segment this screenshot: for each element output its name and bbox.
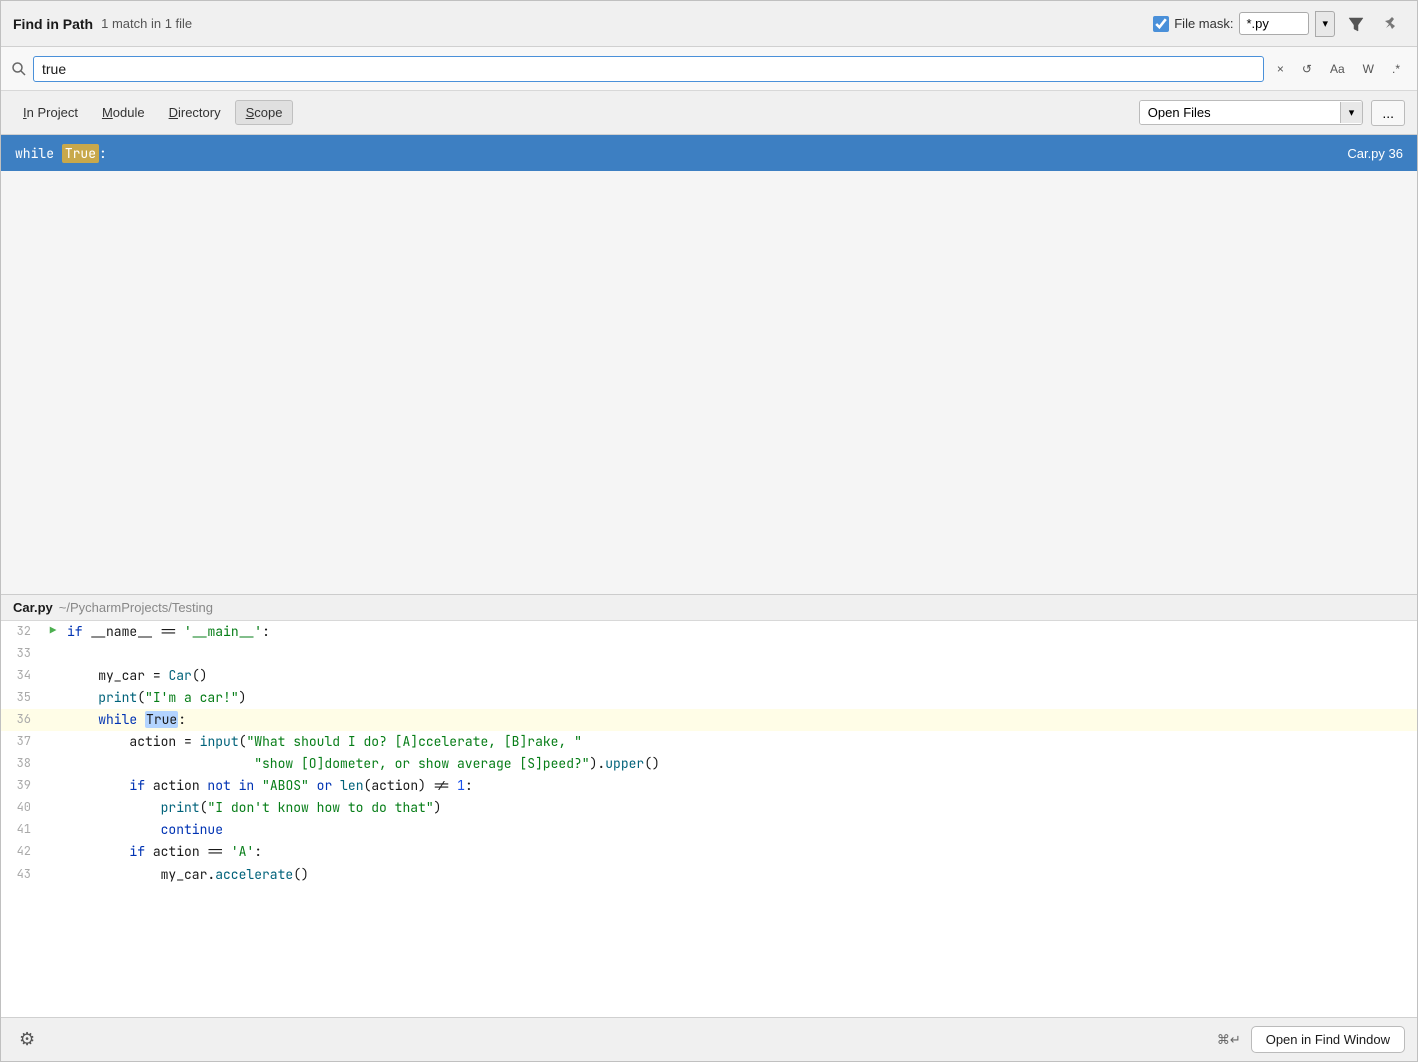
gear-settings-btn[interactable]: ⚙: [13, 1025, 41, 1054]
open-in-find-window-btn[interactable]: Open in Find Window: [1251, 1026, 1405, 1053]
line-gutter: [43, 864, 63, 886]
file-mask-input[interactable]: [1239, 12, 1309, 35]
table-row: 42 if action == 'A':: [1, 841, 1417, 863]
line-content: while True:: [63, 709, 186, 731]
result-code-snippet: while True:: [15, 145, 107, 162]
line-number: 38: [1, 753, 43, 775]
scope-bar: In Project Module Directory Scope Open F…: [1, 91, 1417, 135]
header-bar: Find in Path 1 match in 1 file File mask…: [1, 1, 1417, 47]
search-tools: × ↺ Aa W .*: [1270, 58, 1407, 80]
line-number: 34: [1, 665, 43, 687]
table-row: 37 action = input("What should I do? [A]…: [1, 731, 1417, 753]
line-number: 32: [1, 621, 43, 643]
code-section: Car.py ~/PycharmProjects/Testing 32 ▶ if…: [1, 594, 1417, 1018]
table-row: 32 ▶ if __name__ == '__main__':: [1, 621, 1417, 643]
code-filepath: ~/PycharmProjects/Testing: [59, 600, 213, 615]
match-case-btn[interactable]: Aa: [1323, 58, 1352, 80]
line-content: my_car.accelerate(): [63, 864, 309, 886]
table-row: 36 while True:: [1, 709, 1417, 731]
table-row: 34 my_car = Car(): [1, 665, 1417, 687]
pin-icon: [1383, 16, 1399, 32]
line-gutter: [43, 709, 63, 731]
code-file-header: Car.py ~/PycharmProjects/Testing: [1, 595, 1417, 621]
table-row: 41 continue: [1, 819, 1417, 841]
shortcut-label: ⌘↵: [1217, 1032, 1241, 1048]
result-header: while True: Car.py 36: [1, 135, 1417, 171]
line-number: 33: [1, 643, 43, 665]
tab-scope[interactable]: Scope: [235, 100, 294, 125]
scope-more-btn[interactable]: ...: [1371, 100, 1405, 126]
table-row: 38 "show [O]dometer, or show average [S]…: [1, 753, 1417, 775]
filter-icon-btn[interactable]: [1341, 11, 1371, 37]
file-mask-area: File mask: ▾: [1153, 11, 1405, 37]
line-number: 43: [1, 864, 43, 886]
scope-dropdown-arrow-icon: ▾: [1340, 102, 1363, 123]
line-content: if action == 'A':: [63, 841, 262, 863]
line-content: print("I'm a car!"): [63, 687, 246, 709]
whole-word-btn[interactable]: W: [1356, 58, 1381, 80]
line-content: [63, 643, 75, 665]
line-content: my_car = Car(): [63, 665, 207, 687]
result-filename: Car.py 36: [1347, 146, 1403, 161]
line-content: continue: [63, 819, 223, 841]
line-number: 41: [1, 819, 43, 841]
table-row: 33: [1, 643, 1417, 665]
line-number: 35: [1, 687, 43, 709]
scope-dropdown[interactable]: Open Files Project Files All Places ▾: [1139, 100, 1364, 125]
search-input[interactable]: [33, 56, 1264, 82]
table-row: 40 print("I don't know how to do that"): [1, 797, 1417, 819]
table-row: 35 print("I'm a car!"): [1, 687, 1417, 709]
scope-select[interactable]: Open Files Project Files All Places: [1140, 101, 1340, 124]
line-gutter: [43, 731, 63, 753]
tab-module[interactable]: Module: [92, 101, 155, 124]
result-highlight-true: True: [62, 144, 99, 163]
refresh-btn[interactable]: ↺: [1295, 58, 1319, 80]
table-row: 43 my_car.accelerate(): [1, 864, 1417, 886]
line-gutter: [43, 841, 63, 863]
line-gutter: ▶: [43, 621, 63, 643]
file-mask-label: File mask:: [1174, 16, 1233, 31]
line-number: 36: [1, 709, 43, 731]
line-gutter: [43, 643, 63, 665]
regex-btn[interactable]: .*: [1385, 58, 1407, 80]
line-gutter: [43, 819, 63, 841]
line-gutter: [43, 665, 63, 687]
result-code-colon: :: [99, 145, 107, 162]
file-mask-checkbox[interactable]: [1153, 16, 1169, 32]
line-gutter: [43, 797, 63, 819]
search-icon: [11, 61, 27, 77]
search-bar: × ↺ Aa W .*: [1, 47, 1417, 91]
filter-icon: [1347, 15, 1365, 33]
file-mask-checkbox-wrap[interactable]: File mask:: [1153, 16, 1233, 32]
clear-btn[interactable]: ×: [1270, 58, 1291, 80]
footer-right: ⌘↵ Open in Find Window: [1217, 1026, 1405, 1053]
tab-directory[interactable]: Directory: [159, 101, 231, 124]
table-row: 39 if action not in "ABOS" or len(action…: [1, 775, 1417, 797]
file-mask-dropdown-btn[interactable]: ▾: [1315, 11, 1335, 37]
gear-icon: ⚙: [19, 1029, 35, 1050]
find-in-path-panel: Find in Path 1 match in 1 file File mask…: [0, 0, 1418, 1062]
line-gutter: [43, 687, 63, 709]
panel-title: Find in Path: [13, 16, 93, 32]
line-number: 39: [1, 775, 43, 797]
code-body[interactable]: 32 ▶ if __name__ == '__main__': 33 34 my…: [1, 621, 1417, 1018]
code-filename: Car.py: [13, 600, 53, 615]
tab-in-project[interactable]: In Project: [13, 101, 88, 124]
line-number: 37: [1, 731, 43, 753]
result-code-while: while: [15, 145, 62, 162]
line-content: "show [O]dometer, or show average [S]pee…: [63, 753, 660, 775]
footer-bar: ⚙ ⌘↵ Open in Find Window: [1, 1017, 1417, 1061]
match-info: 1 match in 1 file: [101, 16, 192, 31]
line-gutter: [43, 775, 63, 797]
line-content: if action not in "ABOS" or len(action) !…: [63, 775, 473, 797]
line-number: 42: [1, 841, 43, 863]
line-content: print("I don't know how to do that"): [63, 797, 441, 819]
empty-results-area: [1, 171, 1417, 594]
run-arrow-icon[interactable]: ▶: [50, 622, 57, 641]
line-content: if __name__ == '__main__':: [63, 621, 270, 643]
line-gutter: [43, 753, 63, 775]
line-content: action = input("What should I do? [A]cce…: [63, 731, 582, 753]
pin-icon-btn[interactable]: [1377, 12, 1405, 36]
line-number: 40: [1, 797, 43, 819]
